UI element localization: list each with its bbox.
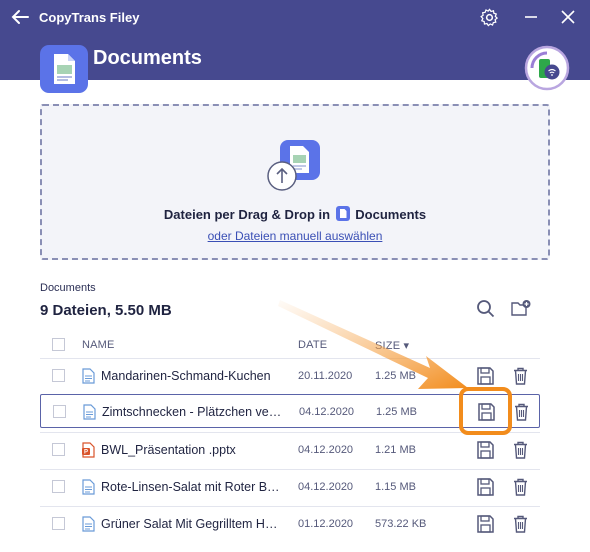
file-name: Grüner Salat Mit Gegrilltem Halloumi [101,517,281,531]
device-wifi-icon[interactable] [524,45,570,91]
file-name: Rote-Linsen-Salat mit Roter Bete [101,480,281,494]
row-checkbox[interactable] [52,480,65,493]
minimize-icon[interactable] [523,8,539,26]
file-date: 04.12.2020 [298,481,354,493]
drop-target-label: Documents [355,207,427,222]
file-row[interactable]: Grüner Salat Mit Gegrilltem Halloumi 01.… [40,506,540,540]
file-row[interactable]: Rote-Linsen-Salat mit Roter Bete 04.12.2… [40,469,540,503]
save-icon[interactable] [477,367,494,385]
doc-icon [82,479,95,495]
trash-icon[interactable] [513,478,528,496]
page-title: Documents [93,47,202,69]
save-icon[interactable] [477,515,494,533]
doc-icon [83,404,96,420]
section-label: Documents [40,282,96,294]
svg-text:P: P [84,450,88,456]
doc-icon [82,516,95,532]
upload-document-icon [267,140,320,191]
file-name: BWL_Präsentation .pptx [101,443,236,457]
row-checkbox[interactable] [52,517,65,530]
save-icon[interactable] [477,478,494,496]
new-folder-icon[interactable] [511,299,531,317]
file-date: 01.12.2020 [298,518,354,530]
trash-icon[interactable] [513,441,528,459]
tutorial-arrow [278,300,468,389]
file-size: 1.15 MB [375,481,416,493]
save-icon[interactable] [477,441,494,459]
file-size: 1.25 MB [376,406,417,418]
file-name: Zimtschnecken - Plätzchen vegan [102,405,282,419]
save-button-highlight [459,387,512,435]
pptx-icon: P [82,442,95,458]
gear-icon[interactable] [480,8,499,27]
documents-mini-icon [335,206,350,221]
close-icon[interactable] [560,9,576,25]
documents-category-icon [40,45,88,93]
row-checkbox[interactable] [52,443,65,456]
file-name: Mandarinen-Schmand-Kuchen [101,369,271,383]
trash-icon[interactable] [513,367,528,385]
drop-instruction: Dateien per Drag & Drop in Documents [40,206,550,222]
trash-icon[interactable] [513,515,528,533]
select-all-checkbox[interactable] [52,338,65,351]
column-name-header[interactable]: NAME [82,339,115,351]
file-row[interactable]: P BWL_Präsentation .pptx 04.12.2020 1.21… [40,432,540,466]
search-icon[interactable] [476,299,495,318]
app-title: CopyTrans Filey [39,10,140,25]
trash-icon[interactable] [514,403,529,421]
drop-instruction-text: Dateien per Drag & Drop in [163,207,331,222]
file-size: 573.22 KB [375,518,427,530]
file-summary: 9 Dateien, 5.50 MB [40,302,172,319]
back-arrow-icon[interactable] [10,9,30,25]
file-date: 04.12.2020 [299,406,355,418]
title-bar: CopyTrans Filey [0,0,590,34]
choose-files-link[interactable]: oder Dateien manuell auswählen [40,229,550,243]
file-size: 1.21 MB [375,444,416,456]
doc-icon [82,368,95,384]
file-date: 04.12.2020 [298,444,354,456]
row-checkbox[interactable] [53,405,66,418]
row-checkbox[interactable] [52,369,65,382]
